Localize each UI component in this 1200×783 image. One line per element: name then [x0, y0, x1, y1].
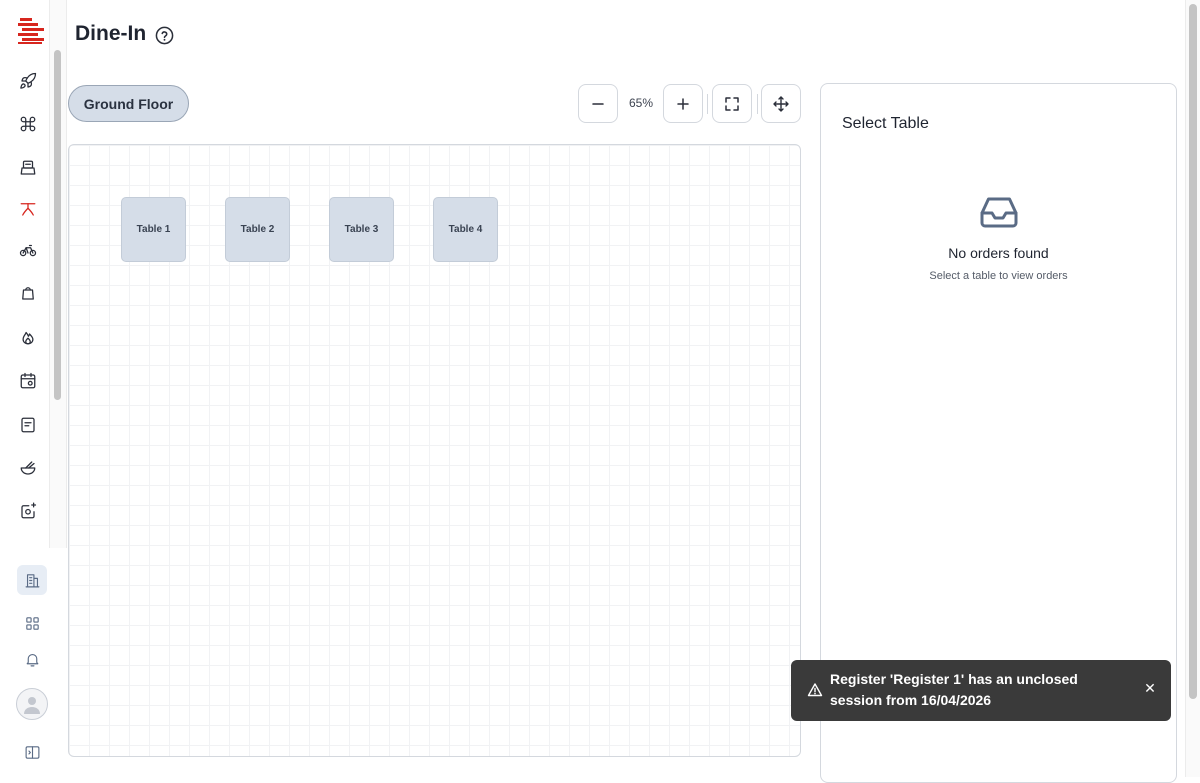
- page-scrollbar[interactable]: [1185, 0, 1200, 777]
- sidebar-scrollbar[interactable]: [49, 0, 67, 548]
- logo: [18, 18, 44, 44]
- zoom-out-button[interactable]: [578, 84, 618, 123]
- grid-icon[interactable]: [17, 608, 47, 638]
- fullscreen-icon: [725, 96, 739, 111]
- flame-icon[interactable]: [16, 325, 40, 349]
- move-button[interactable]: [761, 84, 801, 123]
- receipt-icon[interactable]: [16, 413, 40, 437]
- zoom-level: 65%: [628, 96, 654, 110]
- toast-message: Register 'Register 1' has an unclosed se…: [830, 671, 1078, 708]
- cash-register-icon[interactable]: [16, 156, 40, 180]
- command-icon[interactable]: [16, 112, 40, 136]
- table-icon[interactable]: [16, 197, 40, 221]
- user-icon: [24, 697, 40, 714]
- table-card-3[interactable]: Table 3: [329, 197, 394, 262]
- floor-canvas[interactable]: Table 1 Table 2 Table 3 Table 4: [68, 144, 801, 757]
- avatar[interactable]: [16, 688, 48, 720]
- table-card-1[interactable]: Table 1: [121, 197, 186, 262]
- zoom-in-button[interactable]: [663, 84, 703, 123]
- rocket-icon[interactable]: [16, 69, 40, 93]
- sidebar-scrollbar-thumb[interactable]: [54, 50, 61, 400]
- table-card-4[interactable]: Table 4: [433, 197, 498, 262]
- floor-tab-ground[interactable]: Ground Floor: [68, 85, 189, 122]
- move-icon: [773, 95, 789, 112]
- fullscreen-button[interactable]: [712, 84, 752, 123]
- empty-state-subtitle: Select a table to view orders: [929, 270, 1068, 282]
- inbox-icon: [980, 197, 1018, 228]
- page-scrollbar-thumb[interactable]: [1189, 4, 1197, 699]
- divider: [757, 94, 758, 114]
- table-card-2[interactable]: Table 2: [225, 197, 290, 262]
- sidebar: [0, 0, 67, 777]
- page-title: Dine-In: [75, 22, 147, 45]
- bell-icon[interactable]: [17, 644, 47, 674]
- shopping-bag-icon[interactable]: [16, 281, 40, 305]
- close-icon[interactable]: ✕: [1143, 681, 1157, 697]
- minus-icon: [592, 102, 604, 105]
- bowl-icon[interactable]: [16, 456, 40, 480]
- calendar-settings-icon[interactable]: [16, 369, 40, 393]
- building-icon[interactable]: [17, 565, 47, 595]
- panel-title: Select Table: [842, 115, 929, 132]
- warning-icon: [807, 683, 823, 697]
- help-icon[interactable]: [155, 26, 174, 45]
- toast-notification: Register 'Register 1' has an unclosed se…: [791, 660, 1171, 721]
- bicycle-icon[interactable]: [16, 238, 40, 262]
- panel-toggle-icon[interactable]: [17, 737, 47, 767]
- empty-state-title: No orders found: [948, 245, 1049, 261]
- divider: [707, 94, 708, 114]
- add-image-icon[interactable]: [16, 499, 40, 523]
- plus-icon: [677, 97, 689, 110]
